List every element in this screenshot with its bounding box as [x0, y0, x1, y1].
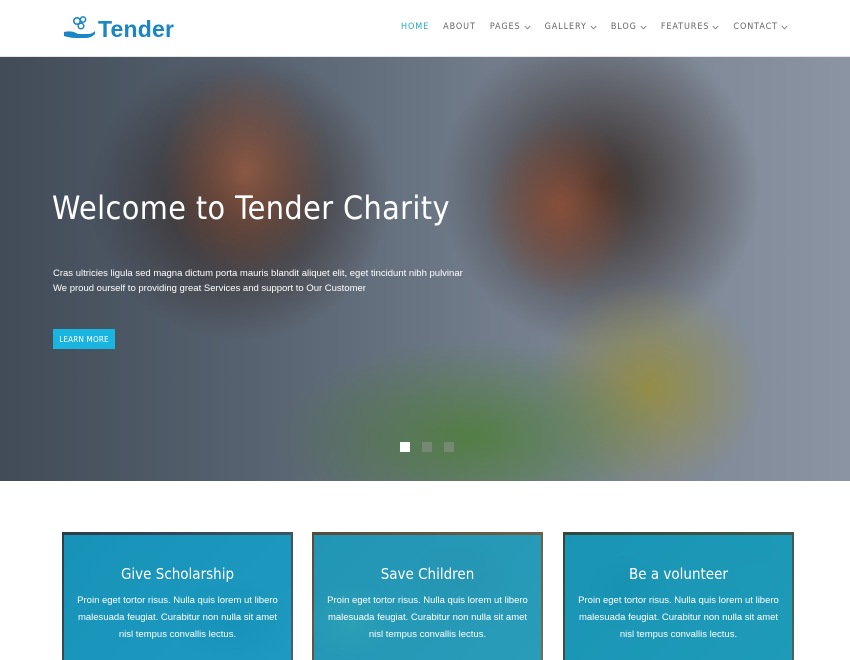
- hand-coins-icon: [62, 16, 96, 42]
- nav-gallery-label: GALLERY: [544, 22, 587, 32]
- learn-more-button[interactable]: LEARN MORE: [53, 329, 115, 349]
- site-logo[interactable]: Tender: [62, 14, 174, 44]
- card-text-line: nisl tempus convallis lectus.: [368, 629, 487, 640]
- slide-dot-2[interactable]: [422, 442, 432, 452]
- brand-name: Tender: [98, 15, 175, 42]
- card-title: Save Children: [380, 565, 475, 583]
- chevron-down-icon: [781, 25, 788, 30]
- feature-cards: Give Scholarship Proin eget tortor risus…: [62, 532, 794, 660]
- nav-contact[interactable]: CONTACT: [733, 22, 788, 32]
- nav-about[interactable]: ABOUT: [443, 22, 476, 32]
- chevron-down-icon: [590, 25, 597, 30]
- hero-text-line: Cras ultricies ligula sed magna dictum p…: [53, 268, 463, 279]
- nav-features-label: FEATURES: [660, 22, 710, 32]
- card-give-scholarship[interactable]: Give Scholarship Proin eget tortor risus…: [62, 532, 293, 660]
- card-save-children[interactable]: Save Children Proin eget tortor risus. N…: [312, 532, 543, 660]
- card-text: Proin eget tortor risus. Nulla quis lore…: [72, 592, 283, 643]
- card-title: Be a volunteer: [629, 565, 728, 583]
- nav-pages-label: PAGES: [489, 22, 521, 32]
- nav-features[interactable]: FEATURES: [661, 22, 720, 32]
- nav-blog-label: BLOG: [610, 22, 637, 32]
- slide-dot-1[interactable]: [400, 442, 410, 452]
- nav-about-label: ABOUT: [443, 22, 476, 32]
- hero-text-line: We proud ourself to providing great Serv…: [53, 283, 366, 294]
- nav-home[interactable]: HOME: [401, 22, 429, 32]
- card-text-line: nisl tempus convallis lectus.: [118, 629, 237, 640]
- card-text: Proin eget tortor risus. Nulla quis lore…: [573, 592, 784, 643]
- card-text-line: Proin eget tortor risus. Nulla quis lore…: [578, 595, 779, 606]
- main-nav: HOME ABOUT PAGES GALLERY BLOG FEATURES C…: [401, 22, 788, 32]
- card-text: Proin eget tortor risus. Nulla quis lore…: [322, 592, 533, 643]
- card-text-line: nisl tempus convallis lectus.: [619, 629, 738, 640]
- chevron-down-icon: [640, 25, 647, 30]
- card-text-line: malesuada feugiat. Curabitur non nulla s…: [77, 612, 278, 623]
- hero-description: Cras ultricies ligula sed magna dictum p…: [53, 266, 463, 296]
- nav-gallery[interactable]: GALLERY: [545, 22, 597, 32]
- slider-pagination: [400, 442, 454, 452]
- site-header: Tender HOME ABOUT PAGES GALLERY BLOG FEA…: [0, 0, 850, 57]
- chevron-down-icon: [524, 25, 531, 30]
- hero-slider: Welcome to Tender Charity Cras ultricies…: [0, 57, 850, 481]
- slide-dot-3[interactable]: [444, 442, 454, 452]
- nav-contact-label: CONTACT: [733, 22, 778, 32]
- nav-home-label: HOME: [400, 22, 430, 32]
- hero-title: Welcome to Tender Charity: [52, 189, 450, 227]
- card-text-line: malesuada feugiat. Curabitur non nulla s…: [578, 612, 779, 623]
- card-title: Give Scholarship: [120, 565, 235, 583]
- card-be-a-volunteer[interactable]: Be a volunteer Proin eget tortor risus. …: [563, 532, 794, 660]
- nav-blog[interactable]: BLOG: [611, 22, 647, 32]
- nav-pages[interactable]: PAGES: [490, 22, 531, 32]
- chevron-down-icon: [712, 25, 719, 30]
- card-text-line: malesuada feugiat. Curabitur non nulla s…: [327, 612, 528, 623]
- card-text-line: Proin eget tortor risus. Nulla quis lore…: [327, 595, 528, 606]
- card-text-line: Proin eget tortor risus. Nulla quis lore…: [77, 595, 278, 606]
